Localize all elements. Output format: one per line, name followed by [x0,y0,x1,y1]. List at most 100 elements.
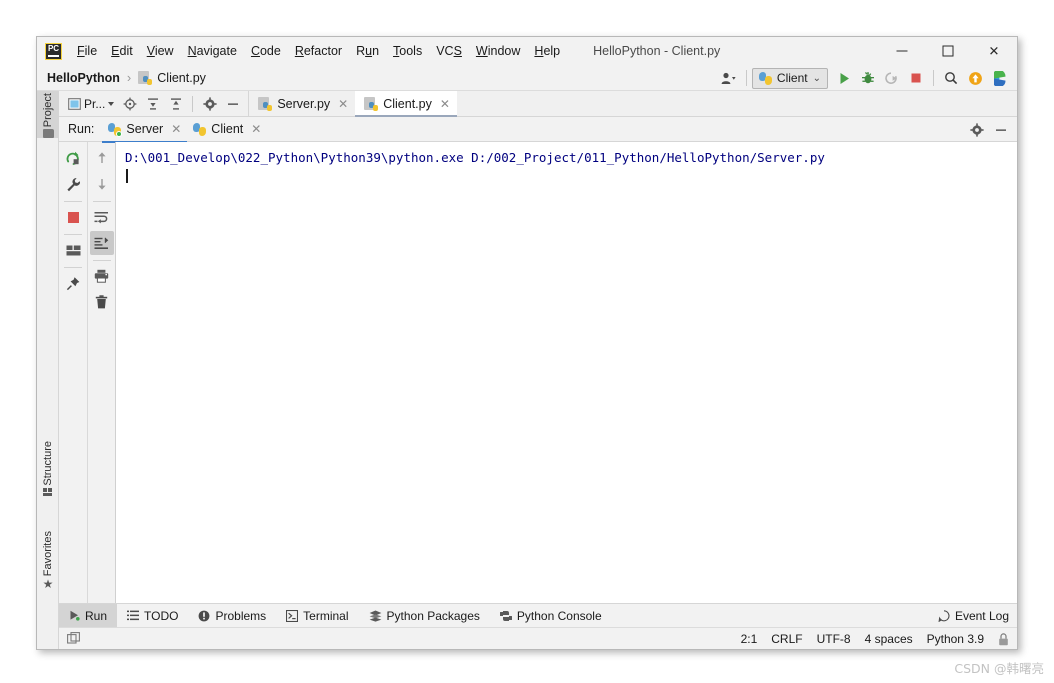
close-icon[interactable]: ✕ [338,97,348,111]
stop-icon[interactable] [61,205,85,229]
run-with-coverage-icon[interactable] [880,67,904,89]
sidebar-item-favorites[interactable]: Favorites ★ [37,529,59,590]
bottom-tab-python-packages-label: Python Packages [386,608,480,623]
bottom-tab-run[interactable]: Run [59,604,118,627]
divider [92,201,111,202]
down-arrow-icon[interactable] [90,172,114,196]
project-view-selector[interactable]: Pr... [64,92,118,116]
bottom-tab-python-console-label: Python Console [516,608,602,623]
maximize-button[interactable] [925,37,971,65]
sidebar-item-structure-label: Structure [42,441,54,486]
menu-item-help[interactable]: Help [527,41,567,61]
run-tab-client[interactable]: Client ✕ [187,117,267,142]
interpreter[interactable]: Python 3.9 [927,632,984,646]
pin-icon[interactable] [61,271,85,295]
close-icon: ✕ [988,43,1000,59]
profile-icon[interactable] [987,67,1011,89]
python-icon [193,122,207,136]
close-icon[interactable]: ✕ [440,97,450,111]
console-output[interactable]: D:\001_Develop\022_Python\Python39\pytho… [115,142,1017,603]
run-icon[interactable] [832,67,856,89]
close-button[interactable]: ✕ [971,37,1017,65]
toolbar-separator-2 [933,70,934,86]
menu-item-vcs[interactable]: VCS [429,41,469,61]
expand-all-icon[interactable] [141,92,164,116]
sidebar-item-structure[interactable]: Structure [37,439,59,497]
running-indicator [116,130,123,137]
console-output-text: D:\001_Develop\022_Python\Python39\pytho… [125,150,825,165]
close-icon[interactable]: ✕ [251,122,261,136]
run-tab-server-label: Server [126,122,164,136]
status-bar-left [67,631,81,646]
line-separator[interactable]: CRLF [771,632,802,646]
run-actions-gutter [59,142,115,603]
menu-bar: File Edit View Navigate Code Refactor Ru… [37,37,1017,65]
menu-item-tools[interactable]: Tools [386,41,429,61]
stop-icon[interactable] [904,67,928,89]
run-tab-server[interactable]: Server ✕ [102,117,188,143]
run-configuration-label: Client [776,71,808,85]
locate-file-icon[interactable] [118,92,141,116]
search-everywhere-icon[interactable] [939,67,963,89]
gear-icon[interactable] [198,92,221,116]
lock-icon[interactable] [998,632,1009,646]
editor-tab-server[interactable]: Server.py ✕ [249,91,356,116]
minimize-panel-icon[interactable] [989,119,1013,141]
hide-panel-icon[interactable] [221,92,244,116]
tool-separator [192,95,194,112]
bottom-tab-python-packages[interactable]: Python Packages [359,604,490,627]
gear-icon[interactable] [965,119,989,141]
indent-setting[interactable]: 4 spaces [865,632,913,646]
menu-item-file[interactable]: File [70,41,104,61]
caret-position[interactable]: 2:1 [741,632,758,646]
editor-tab-strip: Pr... Server.py ✕ Client.py ✕ [59,91,1017,117]
minimize-button[interactable] [879,37,925,65]
editor-tab-client-label: Client.py [383,96,432,111]
editor-tab-client[interactable]: Client.py ✕ [355,91,457,117]
menu-item-refactor[interactable]: Refactor [288,41,349,61]
navigation-bar: HelloPython › Client.py Client ⌄ [37,65,1017,91]
bottom-tab-terminal[interactable]: Terminal [276,604,358,627]
bottom-tab-todo[interactable]: TODO [117,604,188,627]
menu-item-window[interactable]: Window [469,41,527,61]
layout-toggle-icon[interactable] [67,631,81,646]
menu-item-run[interactable]: Run [349,41,386,61]
pycharm-window: File Edit View Navigate Code Refactor Ru… [36,36,1018,650]
window-body: Project Structure Favorites ★ Pr... Serv… [37,91,1017,649]
event-log-button[interactable]: Event Log [938,609,1009,623]
print-icon[interactable] [90,264,114,288]
clear-all-icon[interactable] [90,290,114,314]
menu-item-edit[interactable]: Edit [104,41,140,61]
collapse-all-icon[interactable] [164,92,187,116]
user-settings-icon[interactable] [717,67,741,89]
folder-icon [42,129,54,139]
menu-item-code[interactable]: Code [244,41,288,61]
close-icon[interactable]: ✕ [171,122,181,136]
todo-icon [127,610,140,621]
problems-icon [199,610,210,621]
breadcrumb-file[interactable]: Client.py [138,70,206,85]
bottom-tab-python-console[interactable]: Python Console [490,604,612,627]
wrench-icon[interactable] [61,172,85,196]
event-log-area: Event Log [938,604,1009,628]
up-arrow-icon[interactable] [90,146,114,170]
status-bar-right: 2:1 CRLF UTF-8 4 spaces Python 3.9 [741,628,1009,649]
status-bar: 2:1 CRLF UTF-8 4 spaces Python 3.9 [59,627,1017,649]
rerun-icon[interactable] [61,146,85,170]
bottom-tab-problems[interactable]: Problems [188,604,276,627]
file-encoding[interactable]: UTF-8 [817,632,851,646]
scroll-to-end-icon[interactable] [89,231,114,255]
update-project-icon[interactable] [963,67,987,89]
menu-item-navigate[interactable]: Navigate [181,41,244,61]
editor-tab-server-label: Server.py [277,96,331,111]
soft-wrap-icon[interactable] [90,205,114,229]
run-configuration-selector[interactable]: Client ⌄ [751,67,828,89]
pycharm-logo-icon [45,42,62,60]
python-icon [758,71,772,85]
breadcrumb-project[interactable]: HelloPython [47,71,120,85]
sidebar-item-project[interactable]: Project [37,91,59,139]
debug-icon[interactable] [856,67,880,89]
layout-icon[interactable] [61,238,85,262]
python-console-icon [499,610,512,621]
menu-item-view[interactable]: View [140,41,181,61]
